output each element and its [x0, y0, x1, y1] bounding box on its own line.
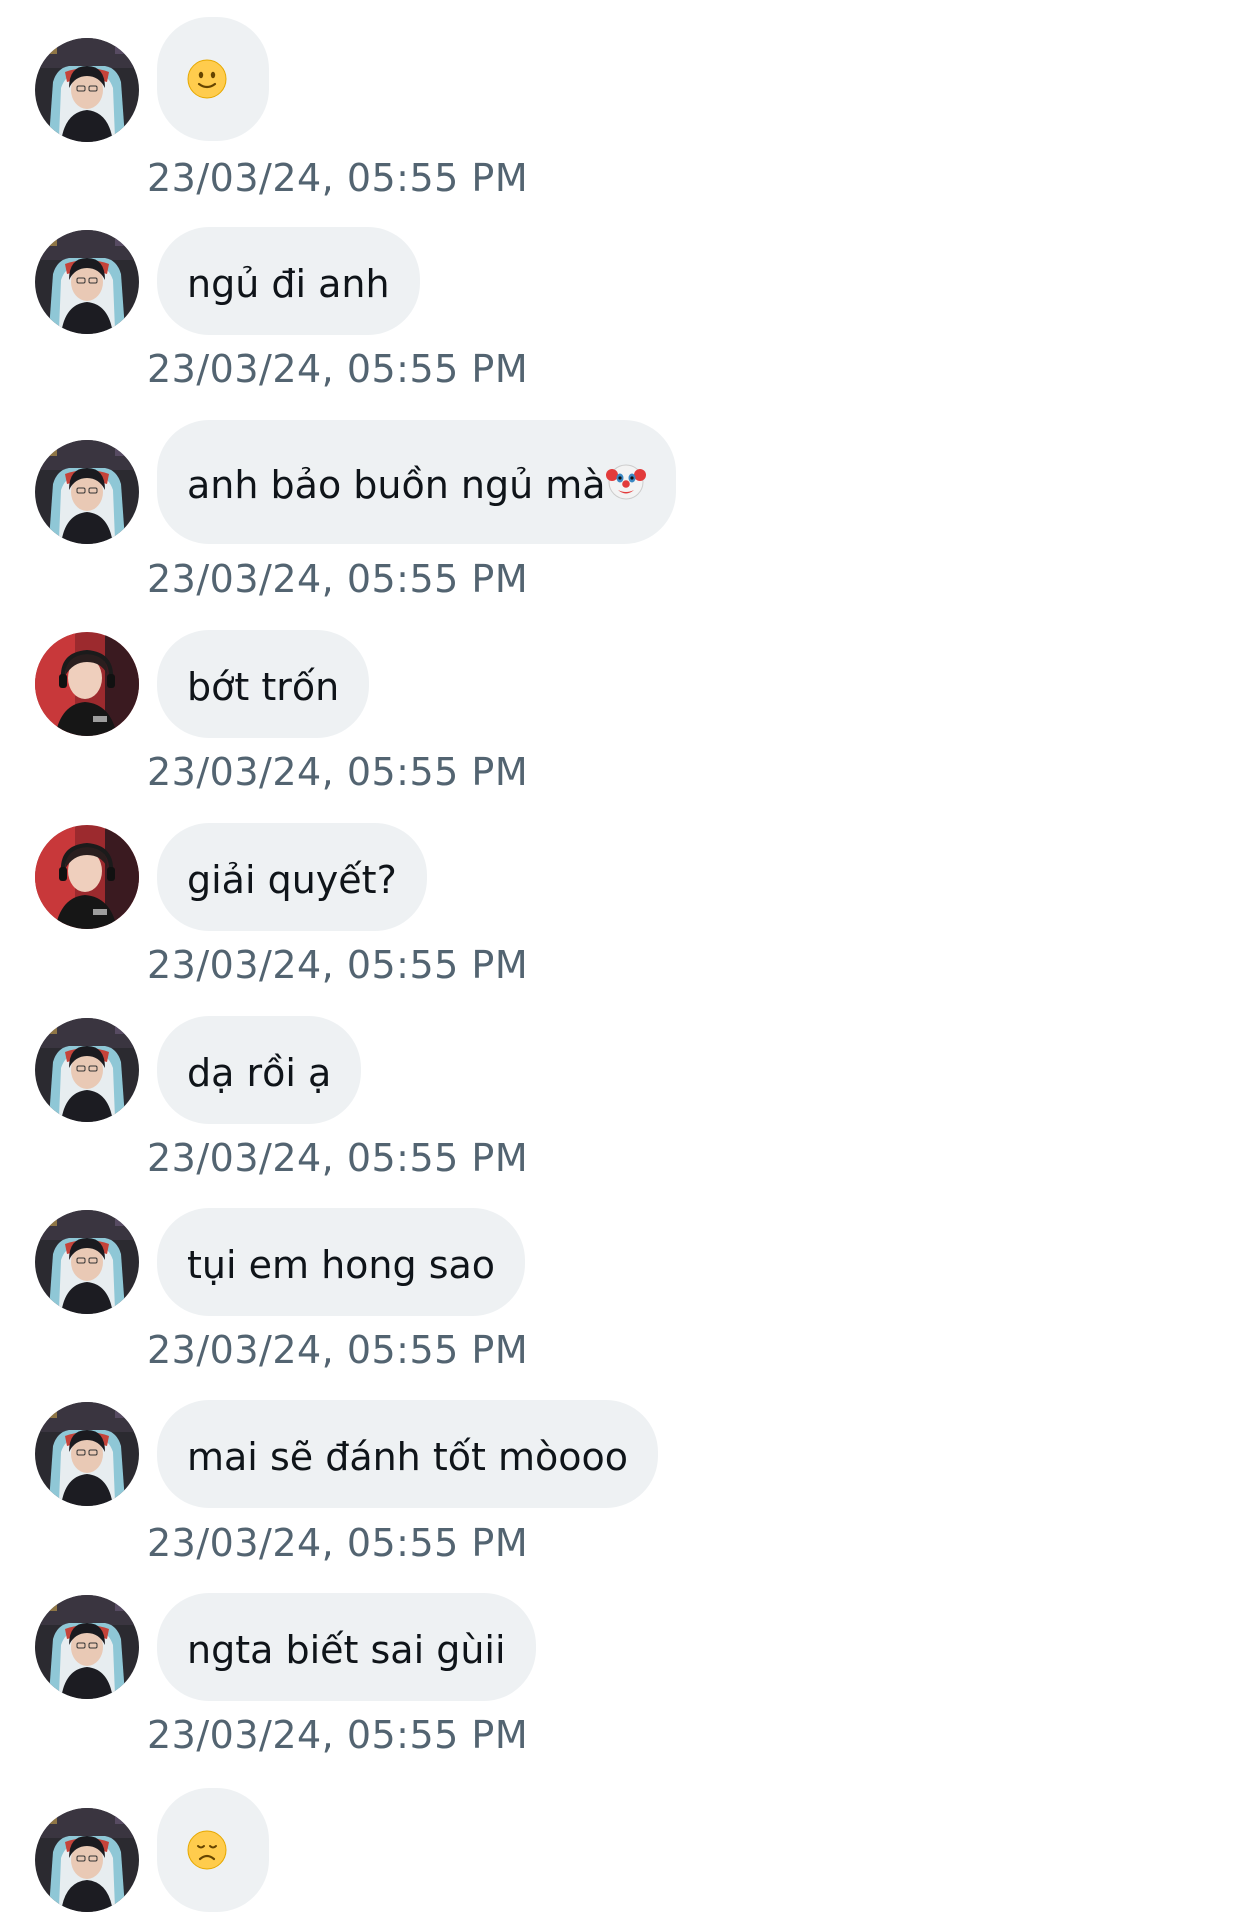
message-text: bớt trốn	[187, 664, 340, 709]
message-bubble[interactable]	[157, 1788, 269, 1912]
message-timestamp: 23/03/24, 05:55 PM	[147, 557, 529, 601]
sender-avatar-a[interactable]	[35, 38, 139, 142]
message-bubble[interactable]: tụi em hong sao	[157, 1208, 526, 1316]
sender-avatar-a[interactable]	[35, 1210, 139, 1314]
message-bubble[interactable]: mai sẽ đánh tốt mòooo	[157, 1400, 658, 1508]
slightly-smiling-face-icon	[187, 59, 227, 109]
message-timestamp: 23/03/24, 05:55 PM	[147, 156, 529, 200]
message-timestamp: 23/03/24, 05:55 PM	[147, 943, 529, 987]
sender-avatar-a[interactable]	[35, 1402, 139, 1506]
message-timestamp: 23/03/24, 05:55 PM	[147, 347, 529, 391]
message-text: ngta biết sai gùii	[187, 1627, 506, 1672]
message-timestamp: 23/03/24, 05:55 PM	[147, 1136, 529, 1180]
clown-face-icon	[605, 460, 646, 504]
message-timestamp: 23/03/24, 05:55 PM	[147, 1713, 529, 1757]
sender-avatar-b[interactable]	[35, 825, 139, 929]
message-timestamp: 23/03/24, 05:55 PM	[147, 1521, 529, 1565]
message-timestamp: 23/03/24, 05:55 PM	[147, 750, 529, 794]
message-thread: 23/03/24, 05:55 PM ngủ đi anh 23/03/24, 05…	[0, 0, 1252, 1920]
sender-avatar-a[interactable]	[35, 230, 139, 334]
sender-avatar-a[interactable]	[35, 440, 139, 544]
message-text: tụi em hong sao	[187, 1242, 496, 1287]
sender-avatar-a[interactable]	[35, 1018, 139, 1122]
message-text: giải quyết?	[187, 857, 397, 902]
sender-avatar-b[interactable]	[35, 632, 139, 736]
message-text: anh bảo buồn ngủ mà	[187, 462, 606, 507]
message-bubble[interactable]: giải quyết?	[157, 823, 427, 931]
message-bubble[interactable]: ngta biết sai gùii	[157, 1593, 536, 1701]
sender-avatar-a[interactable]	[35, 1595, 139, 1699]
message-text: mai sẽ đánh tốt mòooo	[187, 1434, 628, 1479]
sender-avatar-a[interactable]	[35, 1808, 139, 1912]
message-timestamp: 23/03/24, 05:55 PM	[147, 1328, 529, 1372]
message-bubble[interactable]	[157, 17, 269, 141]
message-text: ngủ đi anh	[187, 261, 390, 306]
message-bubble[interactable]: dạ rồi ạ	[157, 1016, 362, 1124]
message-bubble[interactable]: anh bảo buồn ngủ mà	[157, 420, 676, 544]
message-bubble[interactable]: bớt trốn	[157, 630, 370, 738]
message-bubble[interactable]: ngủ đi anh	[157, 227, 420, 335]
disappointed-face-icon	[187, 1830, 227, 1880]
message-text: dạ rồi ạ	[187, 1050, 332, 1095]
